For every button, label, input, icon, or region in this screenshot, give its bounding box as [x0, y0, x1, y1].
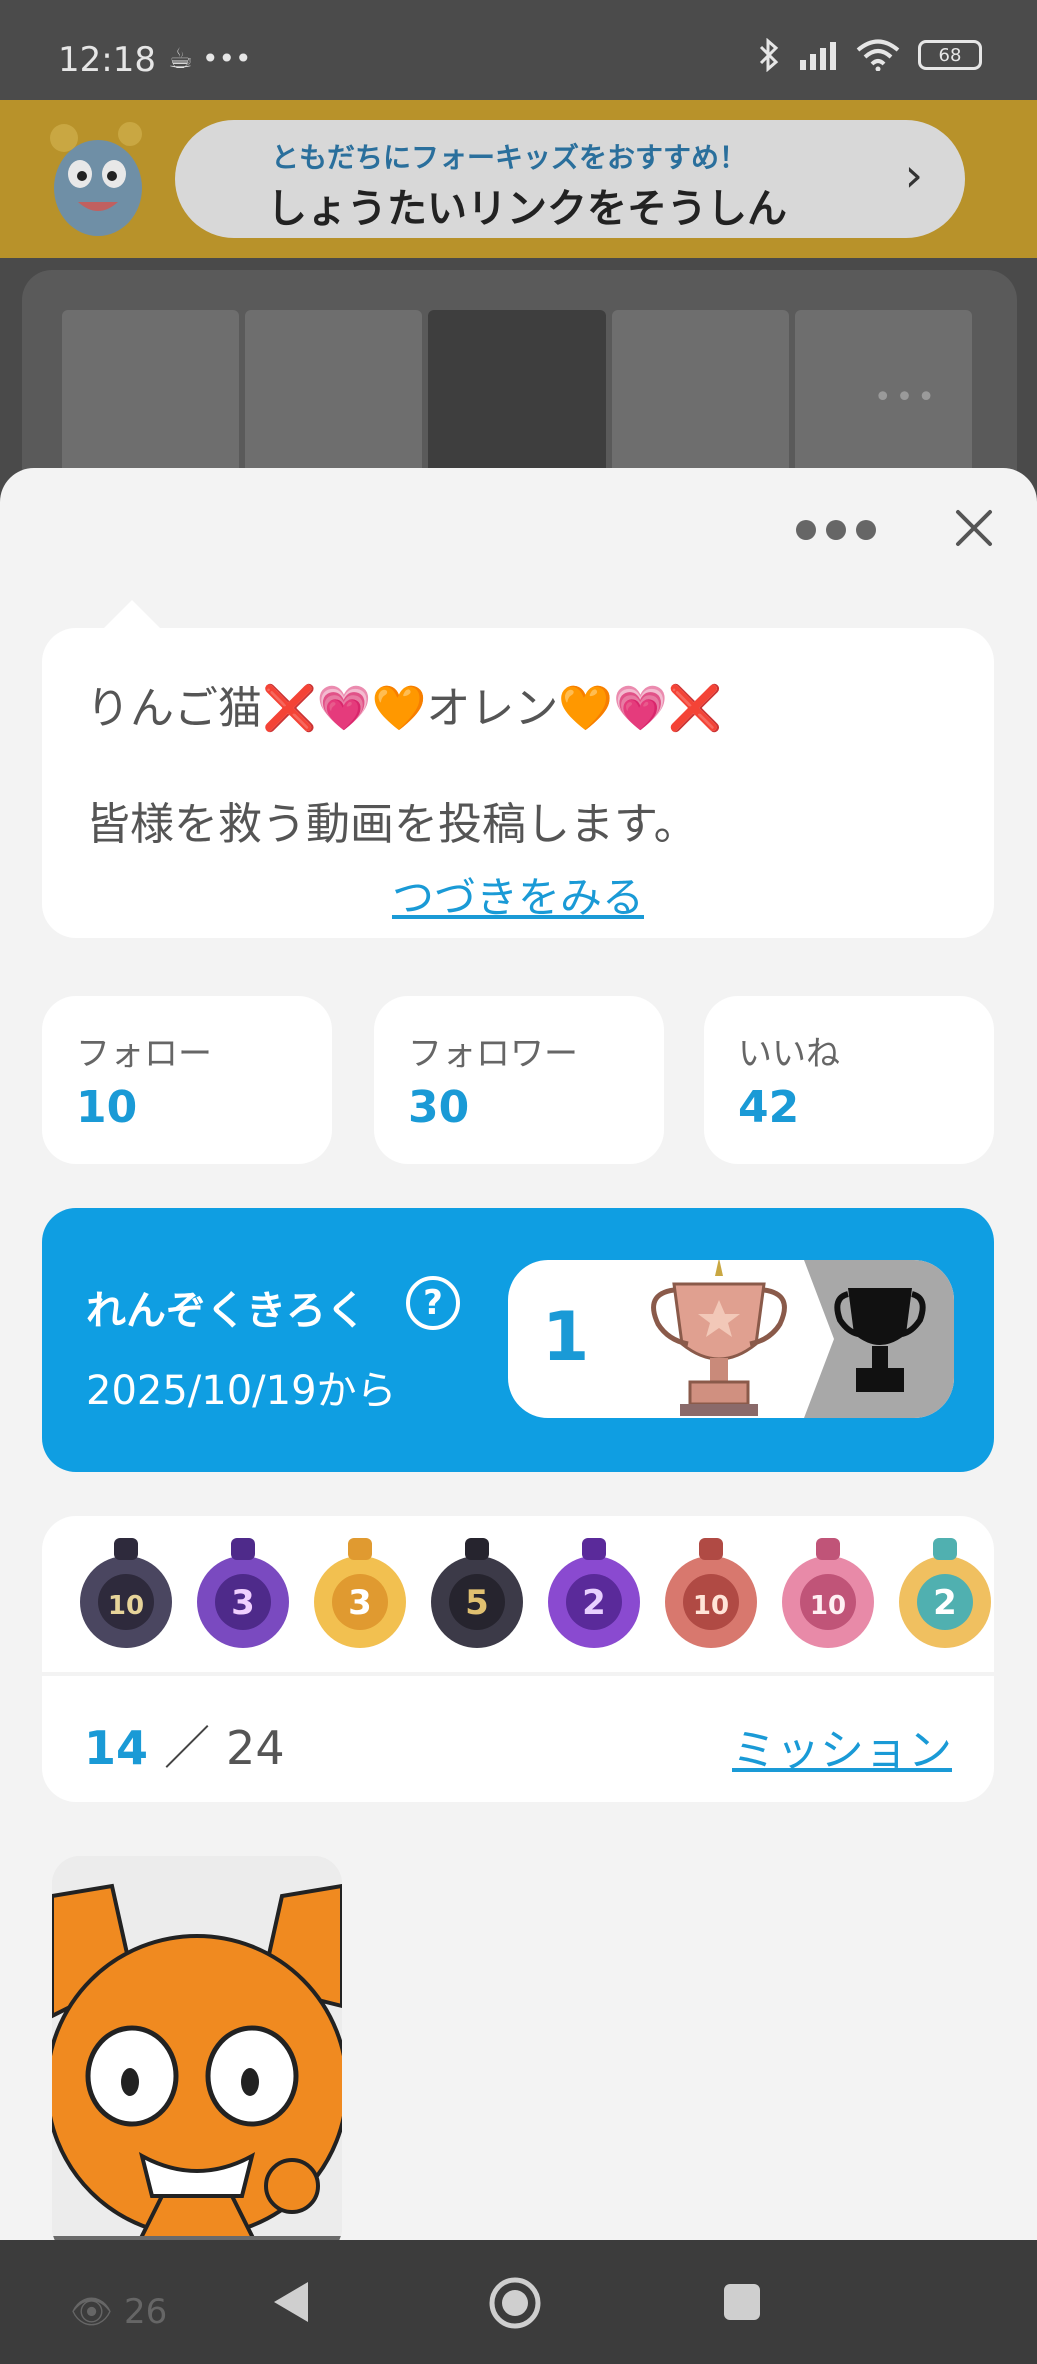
badge-medal-icon: 10	[782, 1538, 874, 1648]
badge-level-label: 10	[693, 1591, 729, 1621]
stat-value: 10	[76, 1082, 138, 1133]
help-icon[interactable]: ?	[406, 1276, 460, 1330]
stat-likes[interactable]: いいね 42	[704, 996, 994, 1164]
streak-since: 2025/10/19から	[86, 1368, 397, 1414]
invite-pill[interactable]: ともだちにフォーキッズをおすすめ！ しょうたいリンクをそうしん ›	[175, 120, 965, 238]
badge-level-label: 3	[348, 1583, 372, 1623]
read-more-link[interactable]: つづきをみる	[42, 864, 994, 925]
status-bar: 12:18 ☕ ••• 68	[0, 0, 1037, 100]
stats-row: フォロー 10 フォロワー 30 いいね 42	[42, 996, 994, 1164]
stat-followers[interactable]: フォロワー 30	[374, 996, 664, 1164]
status-right-icons: 68	[758, 38, 982, 72]
bio-card: りんご猫❌💗🧡オレン🧡💗❌ 皆様を救う動画を投稿します。 つづきをみる	[42, 628, 994, 938]
streak-card[interactable]: れんぞくきろく ? 2025/10/19から 1	[42, 1208, 994, 1472]
bio-pointer	[102, 600, 162, 630]
badge-level-label: 10	[810, 1591, 846, 1621]
stat-label: フォロー	[76, 1034, 212, 1074]
video-thumbnail	[52, 1856, 342, 2256]
badge-medal-icon: 3	[197, 1538, 289, 1648]
streak-trophy-box: 1	[508, 1260, 954, 1418]
home-icon[interactable]	[488, 2276, 542, 2330]
profile-name: りんご猫❌💗🧡オレン🧡💗❌	[86, 683, 723, 734]
app-screen: 12:18 ☕ ••• 68 ともだちにフォーキッズをおすすめ！ しょうたいリン…	[0, 0, 1037, 2364]
badge-medal-icon: 10	[665, 1538, 757, 1648]
profile-sheet: りんご猫❌💗🧡オレン🧡💗❌ 皆様を救う動画を投稿します。 つづきをみる フォロー…	[0, 468, 1037, 2256]
badge-level-label: 2	[933, 1583, 957, 1623]
badge-level-label: 10	[108, 1591, 144, 1621]
badge-level-label: 5	[465, 1583, 489, 1623]
more-options-icon[interactable]	[796, 520, 876, 540]
video-views: 👁 26	[70, 2292, 168, 2332]
badges-card[interactable]: 10 3 3 5 2 10 10 2 14 ／ 24 ミッション	[42, 1516, 994, 1802]
recents-icon[interactable]	[722, 2282, 762, 2322]
badge-medal-icon: 2	[899, 1538, 991, 1648]
streak-count: 1	[542, 1298, 590, 1377]
mascot-icon	[50, 122, 142, 236]
wifi-icon	[856, 39, 900, 71]
badge-progress: 14 ／ 24	[84, 1712, 285, 1778]
badge-total: 24	[226, 1721, 285, 1775]
badge-level-label: 2	[582, 1583, 606, 1623]
badge-divider	[42, 1672, 994, 1676]
bluetooth-icon	[759, 38, 779, 72]
banner-title: しょうたいリンクをそうしん	[267, 186, 787, 232]
stat-value: 42	[738, 1082, 800, 1133]
mission-link[interactable]: ミッション	[732, 1714, 952, 1778]
streak-title: れんぞくきろく	[86, 1288, 366, 1334]
stat-label: いいね	[738, 1034, 840, 1074]
stat-follow[interactable]: フォロー 10	[42, 996, 332, 1164]
video-views-count: 26	[123, 2292, 168, 2332]
battery-indicator: 68	[918, 40, 982, 70]
background-more-icon: •••	[873, 380, 939, 415]
signal-icon	[800, 42, 836, 70]
badge-level-label: 3	[231, 1583, 255, 1623]
badge-row: 10 3 3 5 2 10 10 2	[72, 1534, 994, 1664]
badge-medal-icon: 2	[548, 1538, 640, 1648]
badge-medal-icon: 3	[314, 1538, 406, 1648]
status-notification-icons: ☕ •••	[168, 42, 252, 75]
banner-subtitle: ともだちにフォーキッズをおすすめ！	[271, 141, 748, 174]
close-icon[interactable]	[948, 502, 1000, 554]
status-time: 12:18	[58, 40, 156, 80]
video-tile[interactable]	[52, 1856, 342, 2256]
invite-banner[interactable]: ともだちにフォーキッズをおすすめ！ しょうたいリンクをそうしん ›	[0, 100, 1037, 258]
badge-medal-icon: 5	[431, 1538, 523, 1648]
back-icon[interactable]	[268, 2278, 314, 2326]
profile-bio: 皆様を救う動画を投稿します。	[86, 799, 698, 850]
badge-earned: 14	[84, 1721, 149, 1775]
badge-separator: ／	[164, 1721, 211, 1775]
bronze-trophy-icon	[651, 1260, 787, 1416]
chevron-right-icon: ›	[904, 148, 923, 202]
stat-value: 30	[408, 1082, 470, 1133]
stat-label: フォロワー	[408, 1034, 578, 1074]
badge-medal-icon: 10	[80, 1538, 172, 1648]
system-nav-bar: 👁 26	[0, 2240, 1037, 2364]
locked-trophy-icon	[834, 1288, 926, 1392]
